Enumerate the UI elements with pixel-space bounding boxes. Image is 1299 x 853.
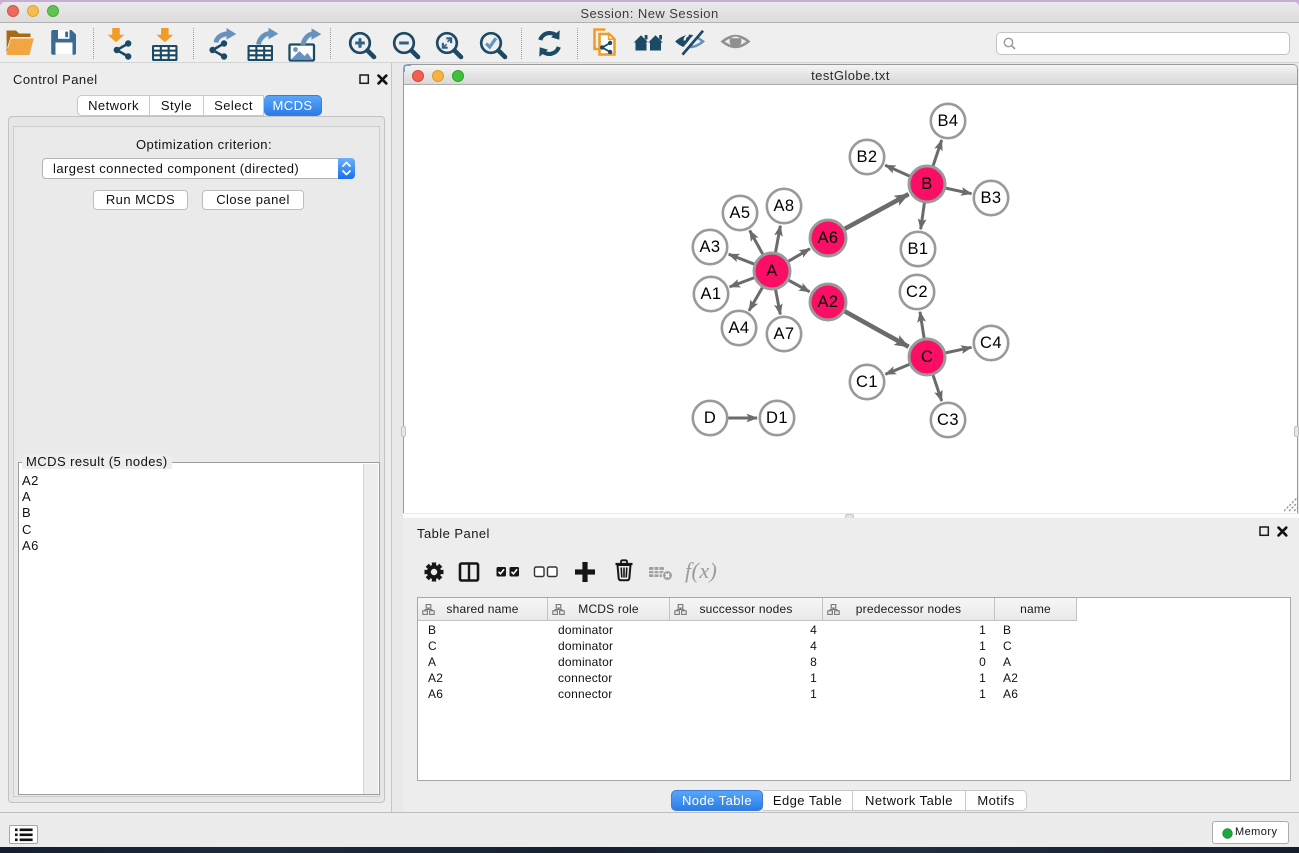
svg-text:B4: B4 [937, 112, 958, 130]
svg-text:B2: B2 [856, 148, 877, 166]
svg-text:A6: A6 [817, 229, 838, 247]
svg-text:A2: A2 [817, 293, 838, 311]
svg-text:C4: C4 [980, 334, 1002, 352]
svg-text:C1: C1 [856, 373, 878, 391]
svg-text:C: C [921, 348, 933, 366]
svg-text:B: B [921, 175, 932, 193]
svg-text:A8: A8 [773, 197, 794, 215]
svg-text:A: A [766, 262, 777, 280]
svg-text:C3: C3 [937, 411, 959, 429]
svg-text:B1: B1 [907, 240, 928, 258]
svg-text:A3: A3 [699, 238, 720, 256]
svg-text:A1: A1 [700, 285, 721, 303]
svg-text:A7: A7 [773, 325, 794, 343]
svg-text:D: D [704, 409, 716, 427]
svg-text:C2: C2 [906, 283, 928, 301]
svg-text:D1: D1 [766, 409, 788, 427]
svg-text:A5: A5 [729, 204, 750, 222]
svg-text:A4: A4 [728, 319, 749, 337]
svg-text:B3: B3 [980, 189, 1001, 207]
